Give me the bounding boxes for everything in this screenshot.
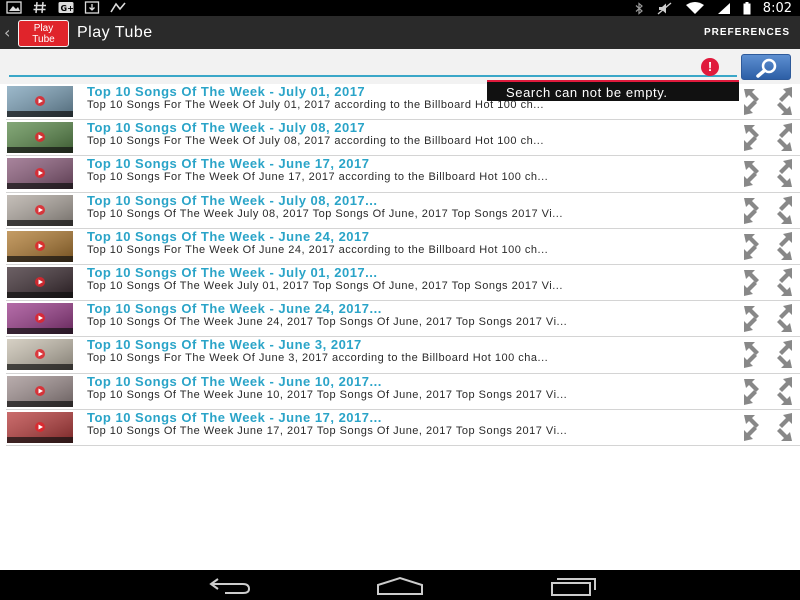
video-list-item[interactable]: Top 10 Songs Of The Week - July 01, 2017… — [6, 264, 800, 302]
search-icon — [756, 58, 777, 78]
wifi-icon — [685, 1, 704, 14]
expand-icon[interactable] — [742, 87, 794, 117]
svg-text:G+: G+ — [61, 4, 74, 13]
battery-icon — [743, 1, 751, 14]
video-thumbnail[interactable] — [7, 266, 73, 298]
recents-icon[interactable] — [548, 576, 598, 596]
video-title[interactable]: Top 10 Songs Of The Week - July 08, 2017 — [87, 120, 365, 135]
video-list-item[interactable]: Top 10 Songs Of The Week - June 10, 2017… — [6, 373, 800, 410]
video-list: Top 10 Songs Of The Week - July 01, 2017… — [6, 84, 800, 446]
mute-icon — [657, 1, 672, 15]
video-thumbnail[interactable] — [7, 86, 73, 117]
video-thumbnail[interactable] — [7, 158, 73, 190]
video-thumbnail[interactable] — [7, 375, 73, 407]
video-description: Top 10 Songs Of The Week July 01, 2017 T… — [87, 279, 563, 292]
video-description: Top 10 Songs Of The Week June 24, 2017 T… — [87, 316, 568, 329]
search-bar: ! — [0, 49, 800, 84]
video-list-item[interactable]: Top 10 Songs Of The Week - June 3, 2017 T… — [6, 337, 800, 374]
video-description: Top 10 Songs For The Week Of July 08, 20… — [87, 135, 544, 148]
system-icons: 8:02 — [633, 0, 792, 16]
expand-icon[interactable] — [742, 159, 794, 189]
video-list-item[interactable]: Top 10 Songs Of The Week - June 24, 2017… — [6, 301, 800, 338]
back-icon[interactable] — [205, 576, 255, 596]
video-title[interactable]: Top 10 Songs Of The Week - June 24, 2017 — [87, 229, 370, 244]
video-description: Top 10 Songs For The Week Of June 3, 201… — [87, 352, 549, 365]
error-icon: ! — [701, 58, 719, 76]
video-description: Top 10 Songs Of The Week June 10, 2017 T… — [87, 388, 568, 401]
video-thumbnail[interactable] — [7, 303, 73, 335]
video-title[interactable]: Top 10 Songs Of The Week - June 17, 2017… — [87, 410, 382, 425]
video-title[interactable]: Top 10 Songs Of The Week - July 08, 2017… — [87, 193, 378, 208]
search-input[interactable] — [9, 57, 737, 77]
signal-icon — [717, 2, 730, 14]
alert-icon — [110, 2, 126, 13]
expand-icon[interactable] — [742, 231, 794, 262]
download-icon — [84, 1, 100, 14]
video-thumbnail[interactable] — [7, 194, 73, 226]
notification-icons: G+ — [6, 1, 126, 14]
expand-icon[interactable] — [742, 304, 794, 334]
image-icon — [6, 1, 22, 14]
video-list-item[interactable]: Top 10 Songs Of The Week - July 08, 2017… — [6, 192, 800, 229]
expand-icon[interactable] — [742, 340, 794, 370]
home-icon[interactable] — [375, 576, 425, 596]
expand-icon[interactable] — [742, 412, 794, 443]
status-bar: G+ 8:02 — [0, 0, 800, 16]
navigation-bar — [0, 570, 800, 600]
video-title[interactable]: Top 10 Songs Of The Week - June 10, 2017… — [87, 374, 382, 389]
video-title[interactable]: Top 10 Songs Of The Week - July 01, 2017 — [87, 84, 365, 99]
expand-icon[interactable] — [742, 123, 794, 153]
video-list-item[interactable]: Top 10 Songs Of The Week - July 08, 2017… — [6, 120, 800, 157]
video-description: Top 10 Songs Of The Week June 17, 2017 T… — [87, 424, 568, 437]
expand-icon[interactable] — [742, 195, 794, 226]
expand-icon[interactable] — [742, 267, 794, 298]
video-title[interactable]: Top 10 Songs Of The Week - June 3, 2017 — [87, 337, 362, 352]
chevron-left-icon[interactable]: ‹ — [4, 23, 10, 42]
video-thumbnail[interactable] — [7, 339, 73, 371]
video-title[interactable]: Top 10 Songs Of The Week - July 01, 2017… — [87, 265, 378, 280]
logo-line-tube: Tube — [32, 34, 55, 45]
video-list-item[interactable]: Top 10 Songs Of The Week - June 17, 2017… — [6, 409, 800, 446]
video-list-item[interactable]: Top 10 Songs Of The Week - June 17, 2017… — [6, 156, 800, 193]
video-description: Top 10 Songs For The Week Of June 17, 20… — [87, 171, 549, 184]
video-thumbnail[interactable] — [7, 230, 73, 262]
video-thumbnail[interactable] — [7, 122, 73, 154]
video-title[interactable]: Top 10 Songs Of The Week - June 17, 2017 — [87, 156, 370, 171]
video-description: Top 10 Songs Of The Week July 08, 2017 T… — [87, 207, 563, 220]
hashtag-icon — [33, 1, 46, 14]
error-tooltip: Search can not be empty. — [487, 80, 739, 101]
google-plus-icon: G+ — [58, 2, 74, 13]
app-logo[interactable]: Play Tube — [18, 20, 69, 47]
logo-line-play: Play — [33, 23, 54, 34]
action-bar: ‹ Play Tube Play Tube PREFERENCES — [0, 16, 800, 49]
expand-icon[interactable] — [742, 376, 794, 407]
clock: 8:02 — [762, 0, 792, 16]
video-title[interactable]: Top 10 Songs Of The Week - June 24, 2017… — [87, 301, 382, 316]
video-description: Top 10 Songs For The Week Of June 24, 20… — [87, 243, 549, 256]
bluetooth-icon — [635, 1, 643, 15]
preferences-button[interactable]: PREFERENCES — [704, 27, 790, 38]
search-button[interactable] — [741, 54, 791, 80]
video-thumbnail[interactable] — [7, 411, 73, 443]
app-title: Play Tube — [77, 24, 153, 41]
video-list-item[interactable]: Top 10 Songs Of The Week - June 24, 2017… — [6, 228, 800, 265]
